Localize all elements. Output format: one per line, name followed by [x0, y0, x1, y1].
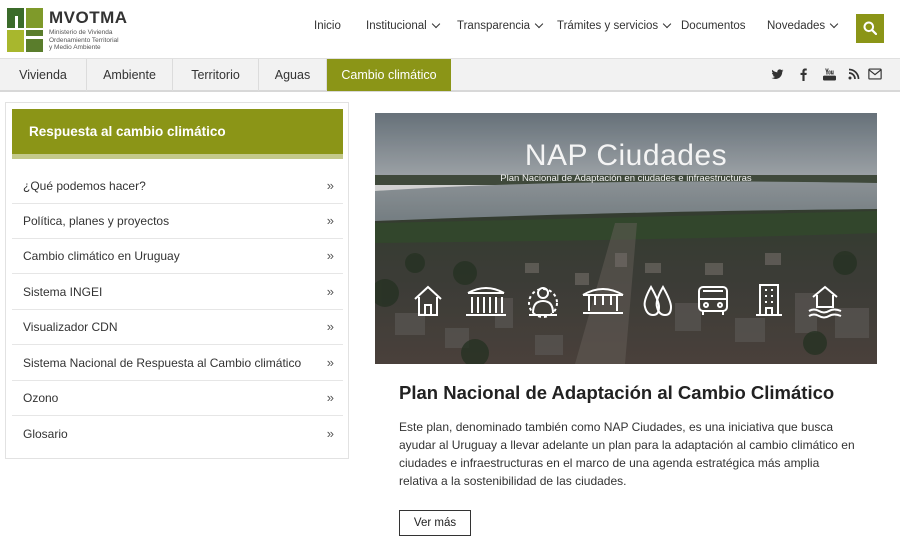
nav-label: Inicio: [314, 20, 341, 32]
sidebar-item-ingei[interactable]: Sistema INGEI »: [12, 275, 343, 310]
sidebar-item-label: Cambio climático en Uruguay: [23, 249, 180, 263]
chevron-down-icon: [662, 19, 672, 29]
nav-label: Novedades: [767, 20, 826, 32]
double-chevron-right-icon: »: [326, 248, 334, 263]
nav-novedades[interactable]: Novedades: [767, 19, 839, 32]
logo-title: MVOTMA: [49, 8, 128, 27]
read-more-button[interactable]: Ver más: [399, 510, 471, 536]
hero-title: NAP Ciudades: [524, 139, 728, 172]
twitter-icon[interactable]: [771, 68, 784, 81]
nav-inicio[interactable]: Inicio: [314, 20, 341, 32]
sidebar-item-label: Visualizador CDN: [23, 320, 118, 334]
stadium-icon: [466, 287, 506, 316]
article-title: Plan Nacional de Adaptación al Cambio Cl…: [399, 382, 835, 403]
sidebar-item-sistema-nacional[interactable]: Sistema Nacional de Respuesta al Cambio …: [12, 346, 343, 381]
sidebar-item-visualizador[interactable]: Visualizador CDN »: [12, 310, 343, 345]
tab-ambiente[interactable]: Ambiente: [87, 59, 173, 91]
tab-cambio-climatico[interactable]: Cambio climático: [327, 59, 451, 91]
sidebar-item-glosario[interactable]: Glosario »: [12, 417, 343, 452]
logo-subtitle-line: Ministerio de Vivienda: [49, 29, 113, 36]
site-header: MVOTMA Ministerio de Vivienda Ordenamien…: [0, 0, 900, 58]
tab-vivienda[interactable]: Vivienda: [0, 59, 87, 91]
nav-transparencia[interactable]: Transparencia: [457, 19, 544, 32]
sidebar-item-label: Sistema INGEI: [23, 285, 103, 299]
nav-documentos[interactable]: Documentos: [681, 20, 746, 32]
sidebar-item-que-podemos-hacer[interactable]: ¿Qué podemos hacer? »: [12, 169, 343, 204]
double-chevron-right-icon: »: [326, 426, 334, 441]
double-chevron-right-icon: »: [326, 390, 334, 405]
double-chevron-right-icon: »: [326, 178, 334, 193]
hero-icon-row: [414, 284, 842, 319]
logo-subtitle-line: Ordenamiento Territorial: [49, 36, 119, 44]
logo-subtitle-line: y Medio Ambiente: [49, 44, 101, 51]
person-icon: [528, 287, 558, 318]
search-button[interactable]: [856, 14, 884, 43]
nav-label: Institucional: [366, 20, 427, 32]
nav-label: Documentos: [681, 20, 746, 32]
youtube-icon[interactable]: [823, 68, 836, 81]
tab-aguas[interactable]: Aguas: [259, 59, 327, 91]
nav-label: Transparencia: [457, 20, 531, 32]
double-chevron-right-icon: »: [326, 213, 334, 228]
water-drops-icon: [643, 284, 673, 317]
search-icon: [863, 21, 877, 35]
chevron-down-icon: [829, 19, 839, 29]
bus-icon: [698, 286, 728, 315]
logo-subtitle: Ministerio de Vivienda Ordenamiento Terr…: [49, 29, 139, 52]
bridge-icon: [582, 288, 624, 314]
sidebar-item-cambio-uruguay[interactable]: Cambio climático en Uruguay »: [12, 239, 343, 274]
nav-institucional[interactable]: Institucional: [366, 19, 440, 32]
sidebar-item-ozono[interactable]: Ozono »: [12, 381, 343, 416]
sidebar-heading-label: Respuesta al cambio climático: [29, 124, 226, 139]
hero-subtitle: Plan Nacional de Adaptación en ciudades …: [500, 173, 752, 184]
nav-tramites[interactable]: Trámites y servicios: [557, 19, 672, 32]
section-nav: Vivienda Ambiente Territorio Aguas Cambi…: [0, 58, 900, 92]
logo-mark-icon: [7, 8, 43, 52]
sidebar-item-label: ¿Qué podemos hacer?: [23, 179, 146, 193]
tab-territorio[interactable]: Territorio: [173, 59, 259, 91]
sidebar-heading: Respuesta al cambio climático: [12, 109, 343, 159]
double-chevron-right-icon: »: [326, 319, 334, 334]
flooded-house-icon: [808, 285, 842, 319]
email-icon[interactable]: [868, 68, 882, 80]
nav-label: Trámites y servicios: [557, 20, 659, 32]
logo[interactable]: MVOTMA Ministerio de Vivienda Ordenamien…: [7, 8, 137, 52]
building-icon: [756, 284, 782, 316]
article-body: Este plan, denominado también como NAP C…: [399, 420, 855, 488]
chevron-down-icon: [534, 19, 544, 29]
house-icon: [414, 285, 442, 316]
chevron-down-icon: [431, 19, 440, 29]
sidebar: Respuesta al cambio climático ¿Qué podem…: [5, 102, 349, 459]
sidebar-item-label: Sistema Nacional de Respuesta al Cambio …: [23, 356, 302, 370]
sidebar-item-label: Política, planes y proyectos: [23, 214, 170, 228]
sidebar-item-politica[interactable]: Política, planes y proyectos »: [12, 204, 343, 239]
double-chevron-right-icon: »: [326, 284, 334, 299]
rss-icon[interactable]: [848, 68, 860, 80]
facebook-icon[interactable]: [799, 68, 808, 81]
double-chevron-right-icon: »: [326, 355, 334, 370]
hero-banner[interactable]: NAP Ciudades Plan Nacional de Adaptación…: [375, 113, 877, 364]
sidebar-item-label: Ozono: [23, 391, 59, 405]
sidebar-item-label: Glosario: [23, 427, 68, 441]
